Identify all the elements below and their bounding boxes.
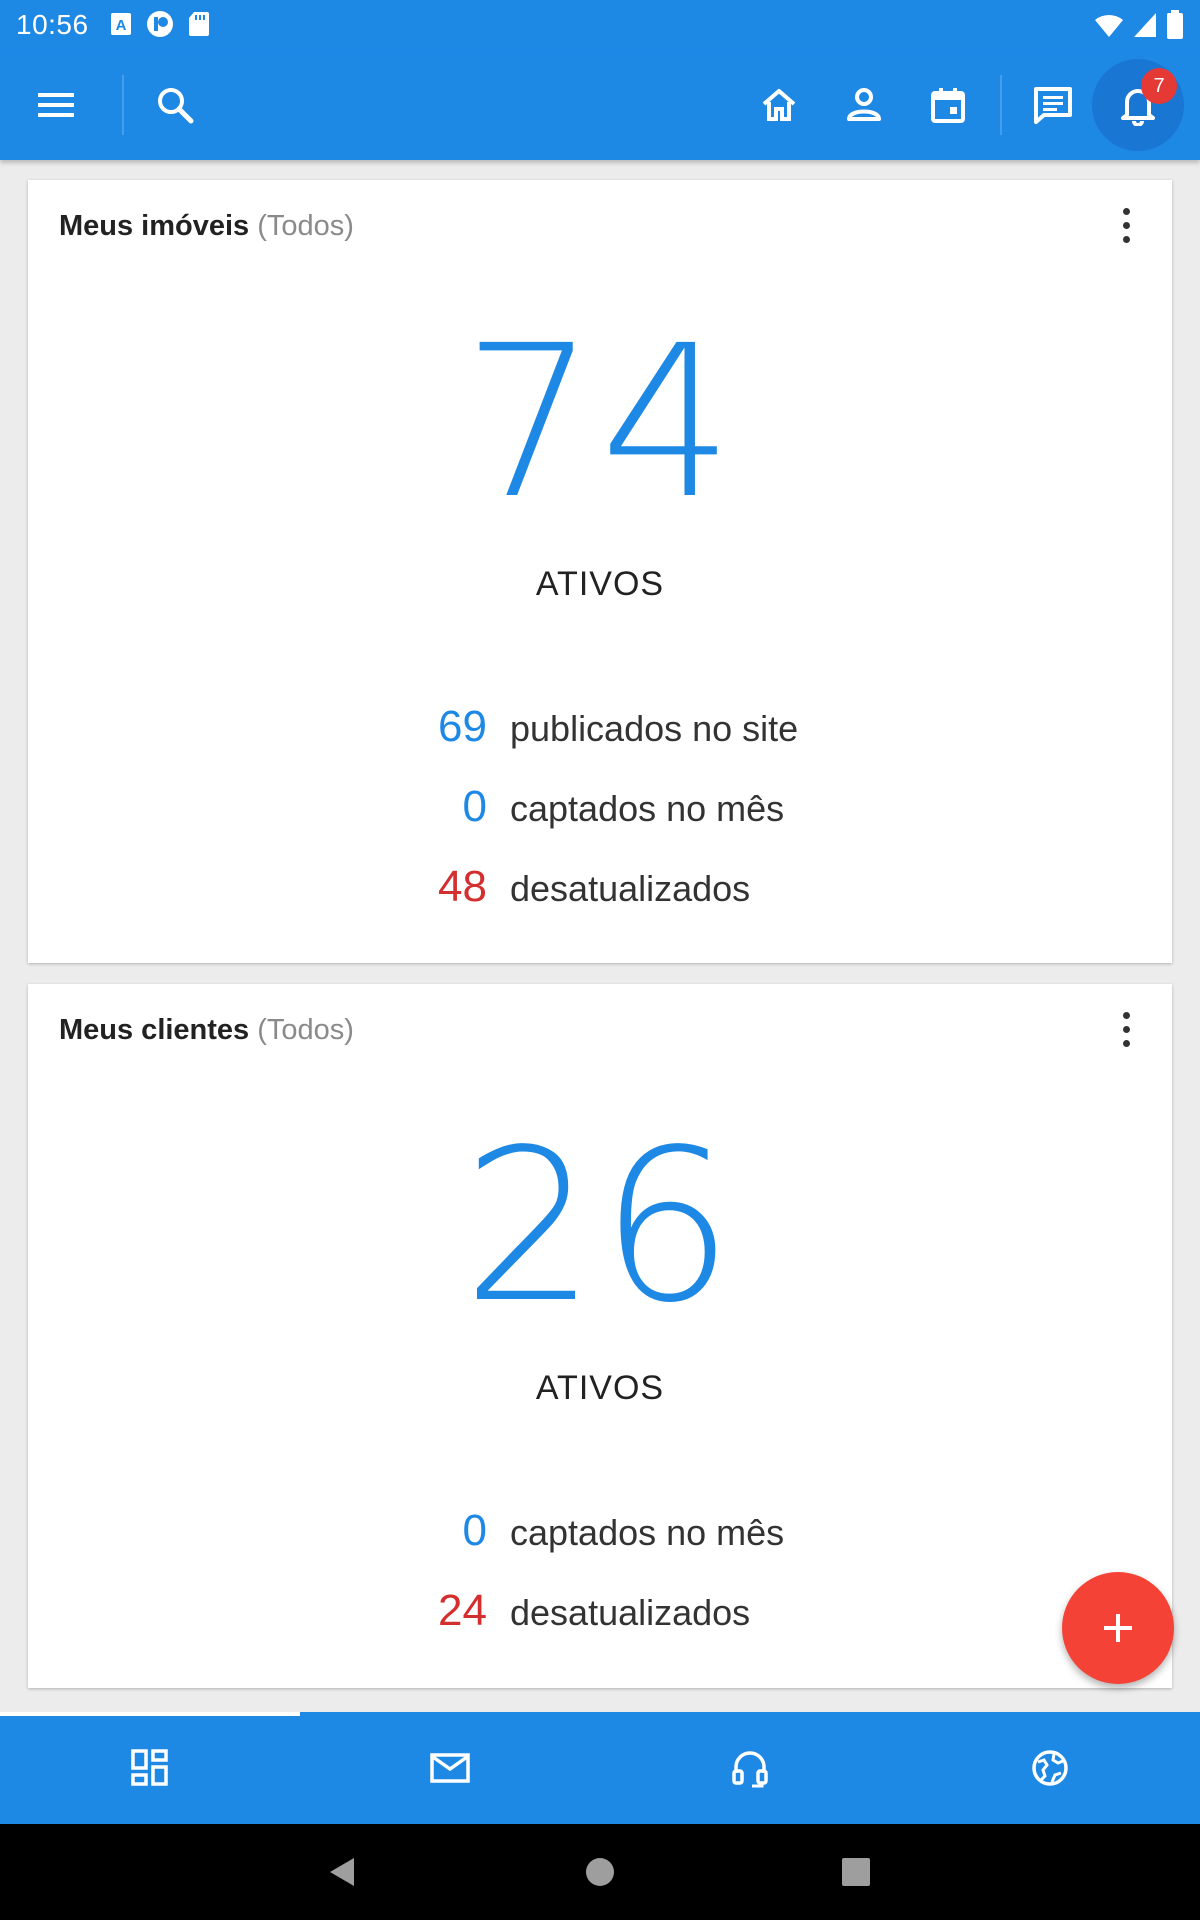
home-circle-icon: [586, 1858, 614, 1886]
bottom-navigation: [0, 1712, 1200, 1824]
globe-icon: [1032, 1750, 1068, 1786]
tab-support[interactable]: [600, 1732, 900, 1804]
active-label: ATIVOS: [535, 565, 665, 603]
wifi-icon: [1095, 14, 1123, 37]
card-title-text: Meus clientes: [59, 1014, 250, 1046]
recents-icon: [842, 1858, 870, 1886]
active-label: ATIVOS: [535, 1369, 665, 1407]
app-bar: [0, 50, 1200, 160]
plus-icon: [1104, 1614, 1132, 1642]
active-clients-count[interactable]: 26: [28, 1104, 1172, 1349]
stat-label: desatualizados: [510, 868, 751, 909]
svg-text:A: A: [116, 17, 127, 34]
active-properties-count[interactable]: 74: [28, 300, 1172, 545]
stat-row-captured[interactable]: 0 captados no mês: [28, 782, 1172, 842]
stat-value: 48: [438, 862, 487, 911]
selected-tab-indicator: [0, 1712, 300, 1716]
stat-label: captados no mês: [510, 788, 785, 829]
status-bar: 10:56 A: [0, 0, 1200, 50]
stat-value: 24: [438, 1586, 487, 1635]
system-recents-button[interactable]: [832, 1848, 880, 1896]
sd-card-icon: [189, 12, 209, 36]
clients-card: Meus clientes (Todos) 26 ATIVOS 0 captad…: [28, 984, 1172, 1688]
app-notification-icon: [147, 11, 173, 37]
search-icon: [158, 88, 194, 124]
more-options-button[interactable]: [1106, 1006, 1146, 1052]
stat-row-outdated[interactable]: 48 desatualizados: [28, 862, 1172, 922]
tab-website[interactable]: [900, 1732, 1200, 1804]
home-icon: [762, 89, 796, 121]
back-icon: [330, 1858, 354, 1886]
tab-mail[interactable]: [300, 1732, 600, 1804]
person-icon: [847, 88, 881, 121]
stat-label: desatualizados: [510, 1592, 751, 1633]
stat-value: 69: [438, 702, 487, 751]
more-options-button[interactable]: [1106, 202, 1146, 248]
battery-icon: [1167, 10, 1183, 39]
stat-row-published[interactable]: 69 publicados no site: [28, 702, 1172, 762]
menu-icon: [38, 93, 74, 117]
app-bar-divider: [122, 75, 124, 135]
tab-dashboard[interactable]: [0, 1732, 300, 1804]
signal-icon: [1134, 13, 1156, 37]
calendar-icon: [931, 88, 965, 123]
status-time: 10:56: [16, 9, 89, 40]
home-button[interactable]: [746, 72, 812, 138]
stat-label: captados no mês: [510, 1512, 785, 1553]
stat-label: publicados no site: [510, 708, 799, 749]
system-nav-bar: [0, 1824, 1200, 1920]
system-home-button[interactable]: [576, 1848, 624, 1896]
notification-badge: 7: [1141, 68, 1177, 104]
more-vert-icon: [1122, 1011, 1130, 1019]
menu-button[interactable]: [23, 72, 89, 138]
card-filter-label[interactable]: (Todos): [257, 1014, 354, 1046]
properties-card-title: Meus imóveis (Todos): [59, 210, 354, 243]
messages-button[interactable]: [1020, 72, 1086, 138]
properties-card: Meus imóveis (Todos) 74 ATIVOS 69 public…: [28, 180, 1172, 963]
chat-icon: [1034, 87, 1072, 124]
app-bar-divider-right: [1000, 75, 1002, 135]
system-back-button[interactable]: [318, 1848, 366, 1896]
card-title-text: Meus imóveis: [59, 210, 250, 242]
add-fab-button[interactable]: [1062, 1572, 1174, 1684]
more-vert-icon: [1122, 207, 1130, 215]
card-filter-label[interactable]: (Todos): [257, 210, 354, 242]
status-notification-icons: A: [110, 10, 210, 38]
dashboard-icon: [131, 1749, 168, 1786]
stat-row-captured[interactable]: 0 captados no mês: [28, 1506, 1172, 1566]
search-button[interactable]: [142, 72, 208, 138]
headset-icon: [732, 1751, 768, 1788]
status-system-icons: [1094, 10, 1184, 40]
stat-row-outdated[interactable]: 24 desatualizados: [28, 1586, 1172, 1646]
profile-button[interactable]: [831, 72, 897, 138]
calendar-button[interactable]: [915, 72, 981, 138]
stat-value: 0: [462, 782, 487, 831]
a-notification-icon: A: [111, 13, 131, 35]
mail-icon: [430, 1753, 470, 1783]
stat-value: 0: [462, 1506, 487, 1555]
clients-card-title: Meus clientes (Todos): [59, 1014, 354, 1047]
